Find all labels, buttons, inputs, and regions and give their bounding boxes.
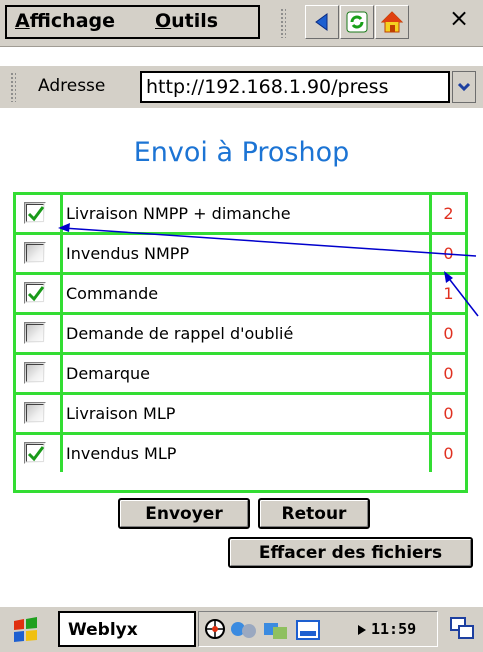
task-weblyx[interactable]: Weblyx [58,611,196,647]
sync-icon[interactable] [261,617,291,643]
annotation-arrow [446,275,479,317]
back-button-form[interactable]: Retour [258,498,370,529]
send-button[interactable]: Envoyer [118,498,250,529]
clear-files-button[interactable]: Effacer des fichiers [228,537,473,568]
play-triangle-icon[interactable] [357,624,367,636]
network-globe-icon[interactable] [203,617,227,641]
connection-icon[interactable] [229,617,259,641]
arrowhead-icon [58,223,70,232]
start-windows-icon[interactable] [10,615,42,645]
system-tray: 11:59 [198,611,438,647]
input-panel-icon[interactable] [295,617,325,643]
desktop-switch-icon[interactable] [448,615,478,643]
taskbar: Weblyx 11:59 [0,606,483,652]
annotation-arrow [62,227,477,257]
clock[interactable]: 11:59 [371,620,416,638]
